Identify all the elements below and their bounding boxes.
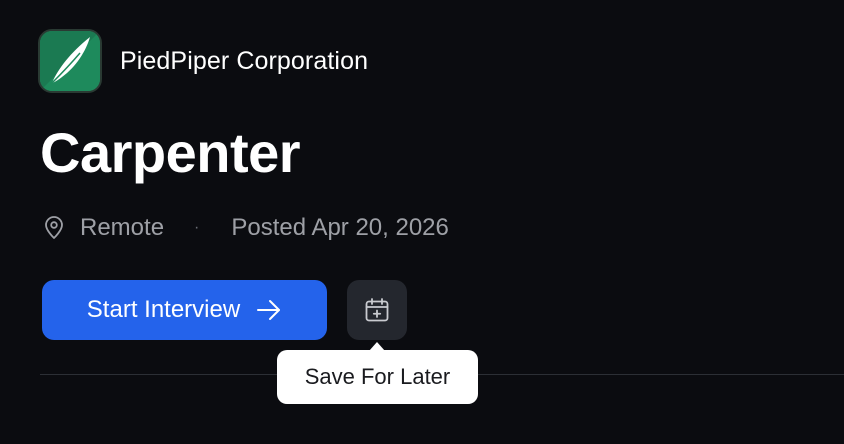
job-title: Carpenter: [40, 121, 301, 184]
calendar-plus-icon: [365, 298, 389, 322]
arrow-right-icon: [256, 299, 282, 321]
location-pin-icon: [42, 216, 66, 240]
save-for-later-tooltip: Save For Later: [277, 350, 478, 404]
company-logo: [38, 29, 102, 93]
job-location: Remote: [80, 214, 165, 241]
meta-separator: ·: [194, 219, 200, 236]
company-header: PiedPiper Corporation: [38, 29, 368, 93]
feather-logo-icon: [40, 31, 100, 91]
start-interview-button[interactable]: Start Interview: [42, 280, 327, 340]
posted-date: Posted Apr 20, 2026: [231, 214, 449, 241]
job-meta: Remote · Posted Apr 20, 2026: [42, 210, 449, 246]
job-detail-page: PiedPiper Corporation Carpenter Remote ·…: [0, 0, 844, 444]
company-name[interactable]: PiedPiper Corporation: [120, 47, 368, 76]
save-for-later-button[interactable]: [347, 280, 407, 340]
start-interview-label: Start Interview: [86, 296, 241, 323]
job-actions: Start Interview: [42, 280, 407, 340]
